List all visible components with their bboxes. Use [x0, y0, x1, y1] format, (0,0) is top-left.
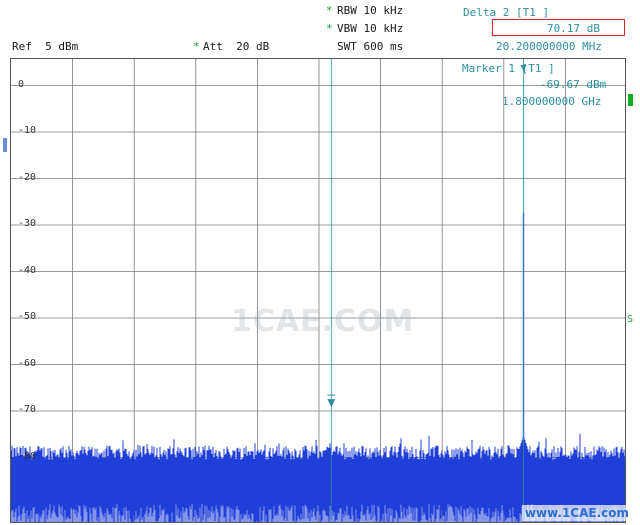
center-watermark: 1CAE.COM: [231, 304, 415, 339]
delta-marker-value: 70.17 dB: [547, 22, 600, 35]
rbw-asterisk: *: [326, 4, 333, 17]
marker1-title: Marker 1 [T1 ]: [462, 62, 555, 75]
y-axis-label: -40: [18, 264, 37, 276]
spectrum-graph: [11, 59, 625, 522]
side-s-label: S: [627, 314, 634, 325]
corner-watermark: www.1CAE.com: [521, 505, 632, 521]
active-trace-indicator: [628, 94, 633, 106]
y-axis-label: 0: [18, 78, 25, 90]
ref-level-readout: Ref 5 dBm: [12, 40, 79, 53]
spectrum-plot-area[interactable]: 1CAE.COM: [10, 58, 626, 523]
y-axis-label: -60: [18, 357, 37, 369]
rbw-readout: RBW 10 kHz: [337, 4, 404, 17]
y-axis-label: -10: [18, 125, 37, 136]
y-axis-label: -30: [18, 218, 37, 229]
y-axis-label: -20: [18, 171, 37, 183]
y-axis-label: -70: [18, 404, 37, 415]
vbw-readout: VBW 10 kHz: [337, 22, 404, 35]
delta-marker-title: Delta 2 [T1 ]: [463, 6, 550, 19]
marker-2-symbol: [327, 399, 336, 408]
vbw-asterisk: *: [326, 22, 333, 35]
y-axis-label: -50: [18, 311, 37, 322]
left-edge-indicator: [3, 138, 7, 152]
marker1-level: -69.67 dBm: [540, 78, 607, 91]
marker1-frequency: 1.800000000 GHz: [502, 95, 602, 108]
att-asterisk: *: [193, 40, 200, 53]
delta-marker-frequency: 20.200000000 MHz: [496, 40, 602, 53]
attenuation-readout: Att 20 dB: [203, 40, 270, 53]
swt-readout: SWT 600 ms: [337, 40, 404, 53]
y-axis-label: -80: [18, 450, 37, 462]
